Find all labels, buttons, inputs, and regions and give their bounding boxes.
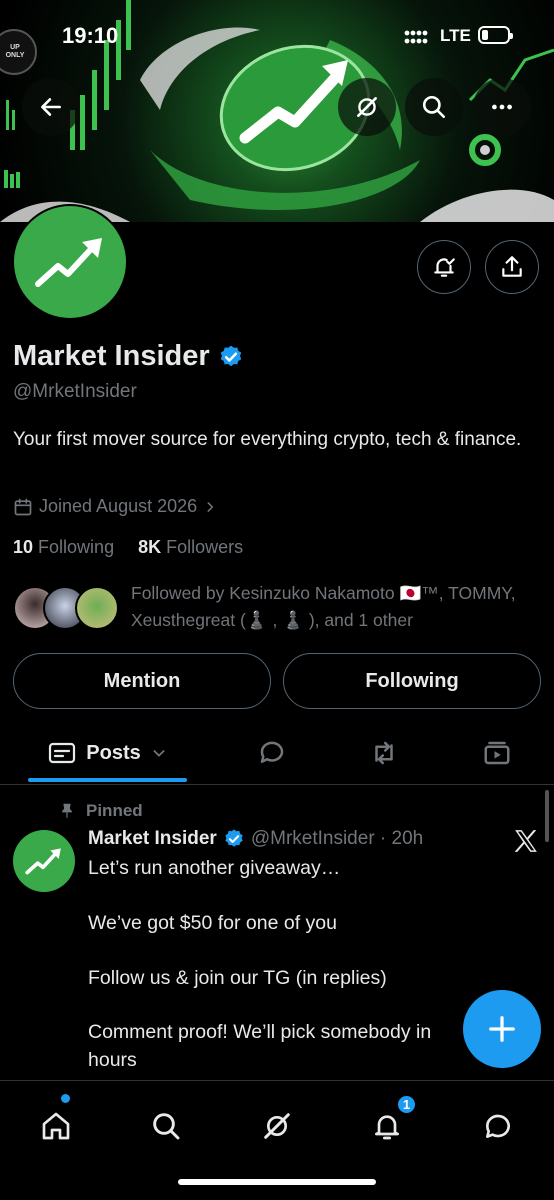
verified-badge-icon[interactable] <box>218 344 244 370</box>
tweet-text-line: Comment proof! We’ll pick somebody in <box>88 1021 432 1043</box>
tweet-author-avatar[interactable] <box>13 830 75 892</box>
tab-reposts[interactable] <box>357 722 411 784</box>
active-tab-indicator <box>28 778 187 782</box>
profile-tabs: Posts <box>0 722 554 785</box>
more-icon <box>492 104 512 110</box>
status-time: 19:10 <box>62 23 119 48</box>
tweet-handle-time: @MrketInsider · 20h <box>250 828 424 849</box>
chat-bubble-icon <box>486 1114 510 1138</box>
notifications-subscribe-button[interactable] <box>417 240 471 294</box>
x-logo-icon[interactable] <box>513 829 539 853</box>
tweet-text-line: Follow us & join our TG (in replies) <box>88 967 387 989</box>
pinned-label: Pinned <box>86 801 143 820</box>
battery-icon <box>478 26 513 44</box>
plus-icon <box>489 1016 515 1042</box>
share-button[interactable] <box>485 240 539 294</box>
following-button[interactable]: Following <box>283 653 541 709</box>
notifications-badge: 1 <box>396 1094 417 1115</box>
following-count: 10 <box>13 537 34 557</box>
joined-text: Joined August 2026 <box>39 496 198 516</box>
grok-button[interactable] <box>338 78 396 136</box>
home-indicator[interactable] <box>178 1179 376 1185</box>
following-count-label: Following <box>38 537 115 557</box>
profile-bio: Your first mover source for everything c… <box>13 429 522 450</box>
reply-icon <box>260 741 284 763</box>
back-button[interactable] <box>22 78 80 136</box>
tab-posts-label: Posts <box>86 741 141 764</box>
posts-feed-icon <box>49 742 76 764</box>
home-unread-dot <box>61 1094 70 1103</box>
bell-check-icon <box>434 258 455 277</box>
chart-up-icon <box>35 238 102 287</box>
profile-handle: @MrketInsider <box>13 381 137 402</box>
search-icon <box>422 95 446 119</box>
grok-icon <box>264 1113 290 1139</box>
display-name: Market Insider <box>13 340 210 372</box>
followed-by-text[interactable]: Followed by Kesinzuko Nakamoto 🇯🇵™, TOMM… <box>131 580 541 634</box>
tweet-text-line: hours <box>88 1049 137 1071</box>
search-icon <box>153 1113 180 1140</box>
follow-counts: 10 Following 8K Followers <box>13 537 243 558</box>
status-bar: 19:10 LTE <box>0 0 554 70</box>
search-button[interactable] <box>405 78 463 136</box>
tab-replies[interactable] <box>245 722 299 784</box>
nav-home[interactable] <box>31 1101 81 1151</box>
tab-media[interactable] <box>470 722 524 784</box>
followers-count-link[interactable]: 8K Followers <box>138 537 243 557</box>
bell-icon <box>375 1115 399 1140</box>
repost-icon <box>375 741 393 765</box>
chevron-right-icon <box>207 501 214 512</box>
calendar-icon <box>14 498 32 515</box>
tweet-text-line: We’ve got $50 for one of you <box>88 912 337 934</box>
chevron-down-icon <box>153 750 165 757</box>
grok-icon <box>357 97 377 117</box>
chart-up-icon <box>25 848 61 875</box>
followers-count: 8K <box>138 537 162 557</box>
nav-messages[interactable] <box>473 1101 523 1151</box>
pin-icon <box>61 803 73 818</box>
tweet-author-name[interactable]: Market Insider <box>88 828 217 850</box>
more-button[interactable] <box>473 78 531 136</box>
nav-search[interactable] <box>141 1101 191 1151</box>
mention-button[interactable]: Mention <box>13 653 271 709</box>
follower-avatar[interactable] <box>75 586 119 630</box>
scrollbar[interactable] <box>545 790 549 842</box>
network-type: LTE <box>440 26 471 45</box>
tweet-header: Market Insider @MrketInsider · 20h <box>88 828 423 850</box>
following-count-link[interactable]: 10 Following <box>13 537 114 557</box>
media-icon <box>484 741 510 765</box>
compose-post-button[interactable] <box>463 990 541 1068</box>
profile-name: Market Insider <box>13 340 244 373</box>
signal-icon <box>404 30 428 44</box>
tweet-text-line: Let’s run another giveaway… <box>88 857 341 879</box>
followers-count-label: Followers <box>166 537 244 557</box>
home-icon <box>42 1112 70 1140</box>
verified-badge-icon <box>225 829 243 847</box>
profile-avatar[interactable] <box>12 204 128 320</box>
pinned-indicator: Pinned <box>58 801 143 821</box>
joined-date[interactable]: Joined August 2026 <box>13 496 217 517</box>
share-icon <box>502 256 522 277</box>
nav-grok[interactable] <box>252 1101 302 1151</box>
arrow-left-icon <box>41 98 61 116</box>
tab-posts[interactable]: Posts <box>28 722 187 784</box>
